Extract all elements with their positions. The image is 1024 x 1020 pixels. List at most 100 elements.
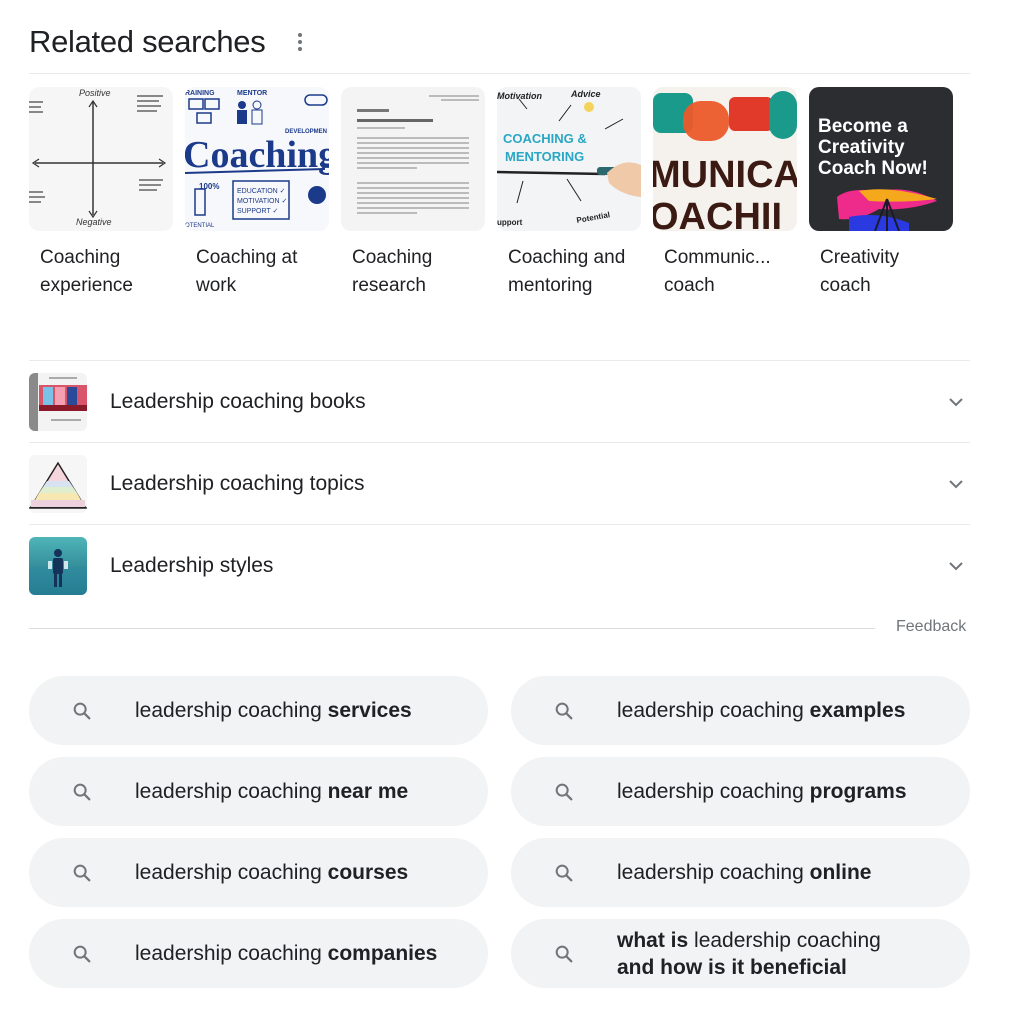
communication-coach-image: MUNICA OACHII: [653, 91, 797, 231]
divider: [29, 628, 875, 629]
svg-text:EDUCATION ✓: EDUCATION ✓: [237, 188, 286, 195]
search-icon: [73, 864, 91, 881]
search-icon: [555, 702, 573, 719]
section-title: Related searches: [29, 24, 266, 59]
card-label: Coaching experience: [40, 247, 133, 296]
search-icon: [73, 945, 91, 962]
card-thumbnail: MUNICA OACHII: [653, 87, 797, 231]
list-thumbnail: [29, 536, 87, 595]
quadrant-chart-image: Positive Negative: [29, 88, 167, 227]
svg-text:MOTIVATION ✓: MOTIVATION ✓: [237, 198, 287, 205]
chip-label-part: leadership coaching: [688, 928, 881, 952]
card-thumbnail: Become a Creativity Coach Now!: [809, 87, 953, 231]
chevron-down-icon[interactable]: [948, 394, 964, 410]
more-vert-icon[interactable]: [293, 27, 307, 57]
related-card[interactable]: Motivation Advice COACHING & MENTORING u…: [497, 87, 641, 299]
svg-text:Creativity: Creativity: [818, 137, 905, 158]
chip-label: what is leadership coaching and how is i…: [617, 927, 917, 981]
svg-text:OTENTIAL: OTENTIAL: [185, 223, 215, 229]
creativity-coach-image: Become a Creativity Coach Now!: [818, 116, 937, 231]
chip-label-part: leadership coaching: [617, 699, 810, 722]
chip-label-part: leadership coaching: [617, 780, 810, 803]
related-card[interactable]: Positive Negative Coaching experience: [29, 87, 173, 299]
related-search-chip[interactable]: leadership coaching near me: [29, 757, 488, 826]
chip-label: leadership coaching programs: [617, 778, 907, 805]
pyramid-image: [29, 461, 87, 509]
list-thumbnail: [29, 454, 87, 513]
related-search-chip[interactable]: leadership coaching courses: [29, 838, 488, 907]
list-item[interactable]: Leadership coaching topics: [29, 442, 970, 524]
chip-label-bold: examples: [809, 699, 906, 722]
related-search-chip[interactable]: leadership coaching examples: [511, 676, 970, 745]
card-thumbnail: [341, 87, 485, 231]
card-label: Coaching at work: [196, 247, 298, 296]
coaching-doodle-image: RAINING MENTOR DEVELOPMEN Coaching 100% …: [185, 90, 329, 229]
card-label: Coaching research: [352, 247, 433, 296]
card-thumbnail: Positive Negative: [29, 87, 173, 231]
svg-text:MENTORING: MENTORING: [505, 149, 584, 164]
svg-text:OACHII: OACHII: [653, 196, 782, 231]
svg-text:Become a: Become a: [818, 116, 908, 137]
related-search-chip[interactable]: what is leadership coaching and how is i…: [511, 919, 970, 988]
chip-label-bold: programs: [809, 780, 907, 803]
coaching-mentoring-image: Motivation Advice COACHING & MENTORING u…: [497, 89, 641, 227]
chip-label: leadership coaching companies: [135, 940, 437, 967]
related-search-chip[interactable]: leadership coaching online: [511, 838, 970, 907]
card-label: Creativity coach: [820, 247, 900, 296]
list-item-label: Leadership styles: [110, 553, 274, 577]
chip-label: leadership coaching services: [135, 697, 412, 724]
related-search-chip[interactable]: leadership coaching services: [29, 676, 488, 745]
svg-text:Advice: Advice: [570, 89, 601, 99]
svg-text:Coach Now!: Coach Now!: [818, 158, 928, 179]
card-thumbnail: RAINING MENTOR DEVELOPMEN Coaching 100% …: [185, 87, 329, 231]
related-topics-list: Leadership coaching books Leadership coa…: [29, 360, 970, 606]
card-label: Coaching and mentoring: [508, 247, 626, 296]
card-thumbnail: Motivation Advice COACHING & MENTORING u…: [497, 87, 641, 231]
related-card[interactable]: Coaching research: [341, 87, 485, 299]
chip-label-part: leadership coaching: [617, 861, 810, 884]
list-thumbnail: [29, 372, 87, 431]
chip-label-part: leadership coaching: [135, 780, 328, 803]
chip-label-bold: online: [809, 861, 872, 884]
search-icon: [73, 702, 91, 719]
svg-text:RAINING: RAINING: [185, 90, 215, 97]
chevron-down-icon[interactable]: [948, 558, 964, 574]
chip-label-bold: what is: [617, 928, 689, 952]
list-item[interactable]: Leadership coaching books: [29, 360, 970, 442]
chip-label-bold: companies: [327, 942, 438, 965]
related-search-chips: leadership coaching services leadership c…: [29, 676, 970, 988]
leader-silhouette-image: [29, 548, 87, 595]
divider: [29, 73, 970, 74]
chip-label-part: leadership coaching: [135, 699, 328, 722]
svg-text:Potential: Potential: [576, 210, 611, 225]
book-cover-image: [29, 372, 87, 431]
svg-text:upport: upport: [497, 218, 523, 227]
related-card[interactable]: Become a Creativity Coach Now! Creativit…: [809, 87, 953, 299]
related-card[interactable]: RAINING MENTOR DEVELOPMEN Coaching 100% …: [185, 87, 329, 299]
chip-label-bold: and how is it beneficial: [617, 955, 847, 979]
card-label: Communic... coach: [664, 247, 771, 296]
list-item[interactable]: Leadership styles: [29, 524, 970, 606]
related-search-chip[interactable]: leadership coaching companies: [29, 919, 488, 988]
svg-text:MENTOR: MENTOR: [237, 90, 267, 97]
svg-text:SUPPORT ✓: SUPPORT ✓: [237, 208, 278, 215]
research-paper-image: [357, 95, 479, 214]
feedback-link[interactable]: Feedback: [896, 618, 966, 636]
search-icon: [555, 945, 573, 962]
related-search-chip[interactable]: leadership coaching programs: [511, 757, 970, 826]
related-card[interactable]: MUNICA OACHII Communic... coach: [653, 87, 797, 299]
chevron-down-icon[interactable]: [948, 476, 964, 492]
search-icon: [555, 783, 573, 800]
svg-text:COACHING &: COACHING &: [503, 131, 587, 146]
chip-label-part: leadership coaching: [135, 861, 328, 884]
chip-label-bold: courses: [327, 861, 409, 884]
chip-label: leadership coaching courses: [135, 859, 408, 886]
list-item-label: Leadership coaching books: [110, 389, 366, 413]
chip-label: leadership coaching near me: [135, 778, 408, 805]
list-item-label: Leadership coaching topics: [110, 471, 365, 495]
search-icon: [73, 783, 91, 800]
svg-text:100%: 100%: [199, 182, 219, 191]
chip-label: leadership coaching online: [617, 859, 871, 886]
chip-label-bold: near me: [327, 780, 409, 803]
chip-label: leadership coaching examples: [617, 697, 905, 724]
